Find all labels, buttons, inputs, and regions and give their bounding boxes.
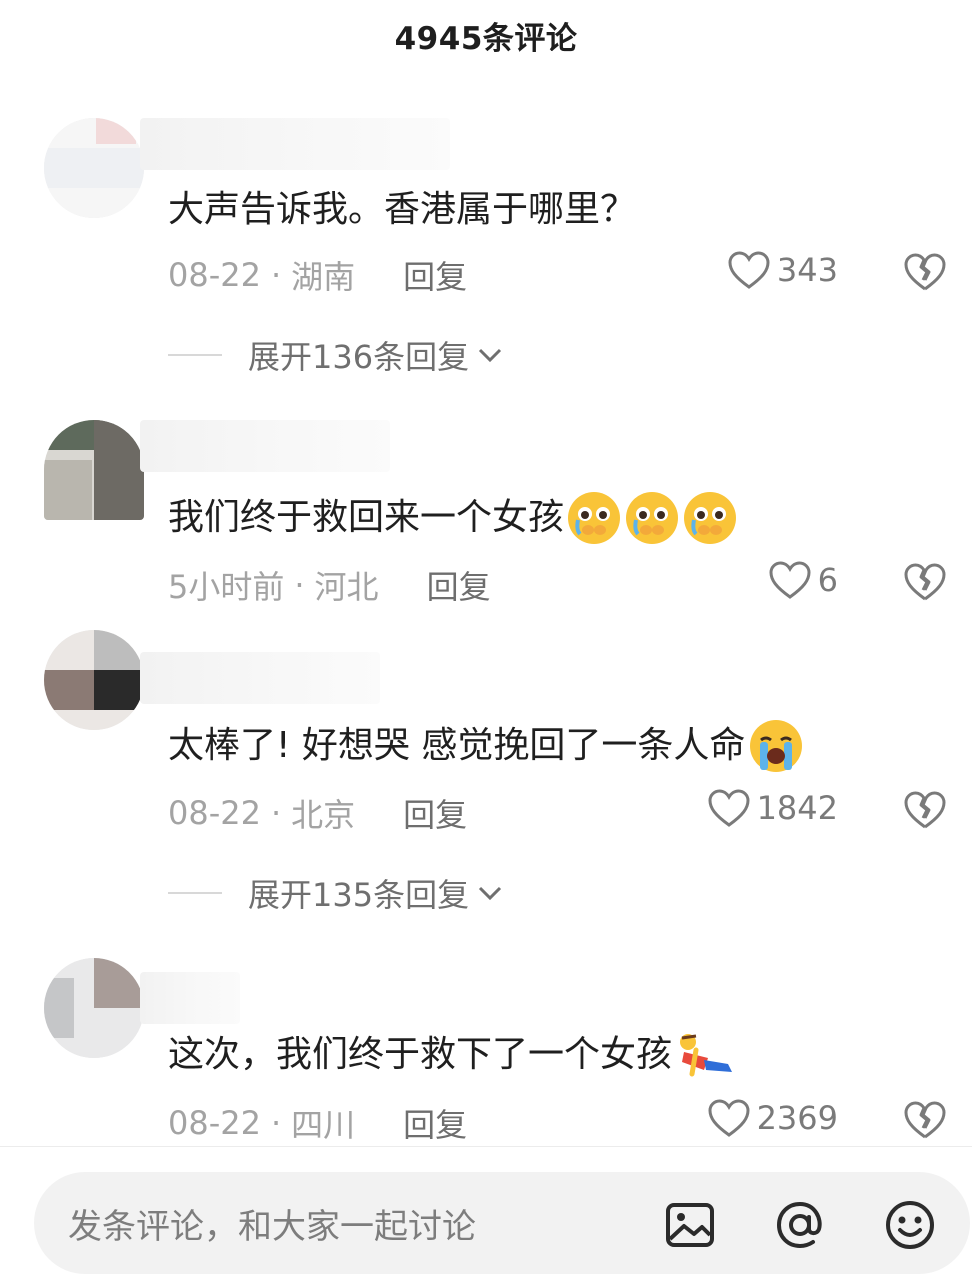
chevron-down-icon bbox=[479, 886, 502, 901]
pleading-face-icon bbox=[626, 492, 679, 544]
broken-heart-icon[interactable] bbox=[902, 562, 948, 602]
comment-text: 这次，我们终于救下了一个女孩 bbox=[168, 1030, 736, 1080]
avatar[interactable] bbox=[44, 630, 144, 730]
comment-time: 08-22 bbox=[168, 256, 261, 294]
reply-button[interactable]: 回复 bbox=[427, 562, 491, 608]
expand-replies-label: 展开136条回复 bbox=[248, 338, 470, 376]
meta-separator: · bbox=[270, 256, 282, 294]
like-count: 1842 bbox=[756, 789, 838, 827]
comment-text-content: 我们终于救回来一个女孩 bbox=[168, 497, 565, 538]
pleading-face-icon bbox=[568, 492, 621, 544]
like-count: 343 bbox=[776, 251, 838, 289]
image-icon[interactable] bbox=[664, 1199, 716, 1251]
comment-location: 河北 bbox=[314, 568, 379, 606]
like-button[interactable]: 2369 bbox=[707, 1098, 838, 1138]
expand-replies-button[interactable]: 展开136条回复 bbox=[168, 332, 503, 378]
meta-separator: · bbox=[270, 794, 282, 832]
comment-text: 太棒了! 好想哭 感觉挽回了一条人命 bbox=[168, 718, 805, 774]
comment-meta: 08-22 · 四川 回复 bbox=[168, 1100, 467, 1146]
comment-meta: 5小时前 · 河北 回复 bbox=[168, 562, 491, 608]
broken-heart-icon[interactable] bbox=[902, 790, 948, 830]
like-count: 2369 bbox=[756, 1099, 838, 1137]
comment-input-placeholder[interactable]: 发条评论，和大家一起讨论 bbox=[68, 1199, 476, 1248]
expand-replies-button[interactable]: 展开135条回复 bbox=[168, 870, 503, 916]
heart-icon bbox=[708, 789, 750, 827]
bottom-divider bbox=[0, 1146, 972, 1147]
comment-location: 湖南 bbox=[291, 258, 356, 296]
comments-header: 4945条评论 bbox=[0, 0, 972, 70]
pleading-face-icon bbox=[684, 492, 737, 544]
avatar[interactable] bbox=[44, 958, 144, 1058]
comment-meta: 08-22 · 湖南 回复 bbox=[168, 252, 467, 298]
avatar[interactable] bbox=[44, 118, 144, 218]
loudly-crying-face-icon bbox=[750, 720, 803, 772]
like-button[interactable]: 343 bbox=[727, 250, 838, 290]
reply-button[interactable]: 回复 bbox=[403, 252, 467, 298]
username-blurred[interactable] bbox=[140, 972, 240, 1024]
comment-time: 08-22 bbox=[168, 794, 261, 832]
at-icon[interactable] bbox=[774, 1199, 826, 1251]
reply-button[interactable]: 回复 bbox=[403, 790, 467, 836]
chevron-down-icon bbox=[479, 348, 502, 363]
like-button[interactable]: 6 bbox=[768, 560, 838, 600]
username-blurred[interactable] bbox=[140, 420, 390, 472]
comment-time: 5小时前 bbox=[168, 568, 285, 606]
comment-location: 四川 bbox=[291, 1106, 356, 1144]
comment-text: 大声告诉我。香港属于哪里？ bbox=[168, 188, 636, 232]
like-button[interactable]: 1842 bbox=[707, 788, 838, 828]
reply-button[interactable]: 回复 bbox=[403, 1100, 467, 1146]
comment-count-title: 4945条评论 bbox=[394, 20, 578, 57]
expand-divider bbox=[168, 892, 222, 894]
username-blurred[interactable] bbox=[140, 118, 450, 170]
expand-divider bbox=[168, 354, 222, 356]
heart-icon bbox=[769, 561, 811, 599]
broken-heart-icon[interactable] bbox=[902, 1100, 948, 1140]
comment-text-content: 这次，我们终于救下了一个女孩 bbox=[168, 1034, 673, 1075]
comment-text-content: 太棒了! 好想哭 感觉挽回了一条人命 bbox=[168, 725, 746, 766]
comment-meta: 08-22 · 北京 回复 bbox=[168, 790, 467, 836]
heart-icon bbox=[708, 1099, 750, 1137]
smile-icon[interactable] bbox=[884, 1199, 936, 1251]
comment-location: 北京 bbox=[291, 796, 356, 834]
like-count: 6 bbox=[817, 561, 838, 599]
comment-time: 08-22 bbox=[168, 1104, 261, 1142]
meta-separator: · bbox=[294, 566, 305, 604]
meta-separator: · bbox=[270, 1104, 282, 1142]
expand-replies-label: 展开135条回复 bbox=[248, 876, 470, 914]
username-blurred[interactable] bbox=[140, 652, 380, 704]
avatar[interactable] bbox=[44, 420, 144, 520]
comment-text-content: 大声告诉我。香港属于哪里？ bbox=[168, 189, 637, 230]
comment-input-bar[interactable]: 发条评论，和大家一起讨论 bbox=[34, 1172, 970, 1274]
comment-text: 我们终于救回来一个女孩 bbox=[168, 490, 738, 546]
lying-person-icon bbox=[680, 1034, 733, 1077]
heart-icon bbox=[728, 251, 770, 289]
broken-heart-icon[interactable] bbox=[902, 252, 948, 292]
